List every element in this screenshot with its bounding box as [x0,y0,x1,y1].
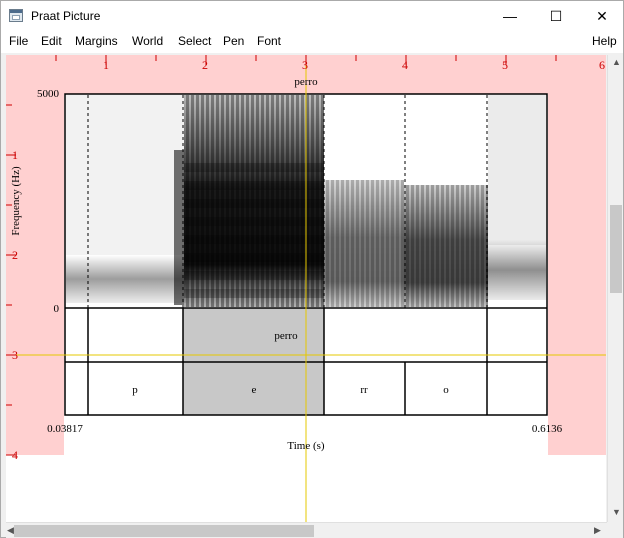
tier2-interval-label: e [252,384,257,396]
menu-bar: File Edit Margins World Select Pen Font … [1,31,623,53]
y-axis-label: Frequency (Hz) [10,166,22,236]
menu-select[interactable]: Select [178,34,211,48]
ruler-left-3: 3 [12,348,18,362]
picture-svg: 1 2 3 4 5 6 1 2 3 4 perro 5000 0 Frequen… [6,55,606,522]
ruler-top-2: 2 [202,58,208,72]
ruler-top-3: 3 [302,58,308,72]
scroll-down-arrow-icon[interactable]: ▼ [612,507,621,517]
menu-world[interactable]: World [132,34,163,48]
scroll-left-arrow-icon[interactable]: ◀ [7,525,14,536]
ruler-left-2: 2 [12,248,18,262]
menu-pen[interactable]: Pen [223,34,244,48]
minimize-button[interactable]: — [487,1,533,31]
scroll-right-arrow-icon[interactable]: ▶ [594,525,601,536]
ruler-top-1: 1 [103,58,109,72]
ruler-left-1: 1 [12,148,18,162]
ruler-top-4: 4 [402,58,408,72]
close-button[interactable]: ✕ [579,1,624,31]
praat-picture-window: Praat Picture — ☐ ✕ File Edit Margins Wo… [0,0,624,538]
picture-canvas[interactable]: 1 2 3 4 5 6 1 2 3 4 perro 5000 0 Frequen… [6,55,606,522]
tier2-interval-label: p [132,384,138,396]
menu-edit[interactable]: Edit [41,34,62,48]
x-axis-end: 0.6136 [532,423,563,435]
scroll-corner [607,522,623,538]
ruler-left-4: 4 [12,448,18,462]
vertical-scrollbar[interactable]: ▲ ▼ [607,55,623,522]
maximize-button[interactable]: ☐ [533,1,579,31]
x-axis-label: Time (s) [287,440,325,452]
menu-margins[interactable]: Margins [75,34,118,48]
ruler-top-5: 5 [502,58,508,72]
ruler-top-6: 6 [599,58,605,72]
tier1-interval-label: perro [274,330,298,342]
picture-title: perro [294,76,318,88]
tier2-interval-label: rr [360,384,368,396]
horizontal-scrollbar[interactable]: ◀ ▶ [6,522,607,538]
menu-font[interactable]: Font [257,34,281,48]
window-title: Praat Picture [31,9,101,23]
x-axis-start: 0.03817 [47,423,83,435]
tier1-interval-highlight [183,308,324,362]
horizontal-scroll-thumb[interactable] [14,525,314,537]
menu-file[interactable]: File [9,34,28,48]
y-axis-max: 5000 [37,88,60,100]
tier2-interval-label: o [443,384,449,396]
title-bar: Praat Picture — ☐ ✕ [1,1,623,31]
vertical-scroll-thumb[interactable] [610,205,622,293]
menu-help[interactable]: Help [592,34,617,48]
y-axis-min: 0 [54,303,60,315]
praat-app-icon [9,9,23,22]
scroll-up-arrow-icon[interactable]: ▲ [612,57,621,67]
